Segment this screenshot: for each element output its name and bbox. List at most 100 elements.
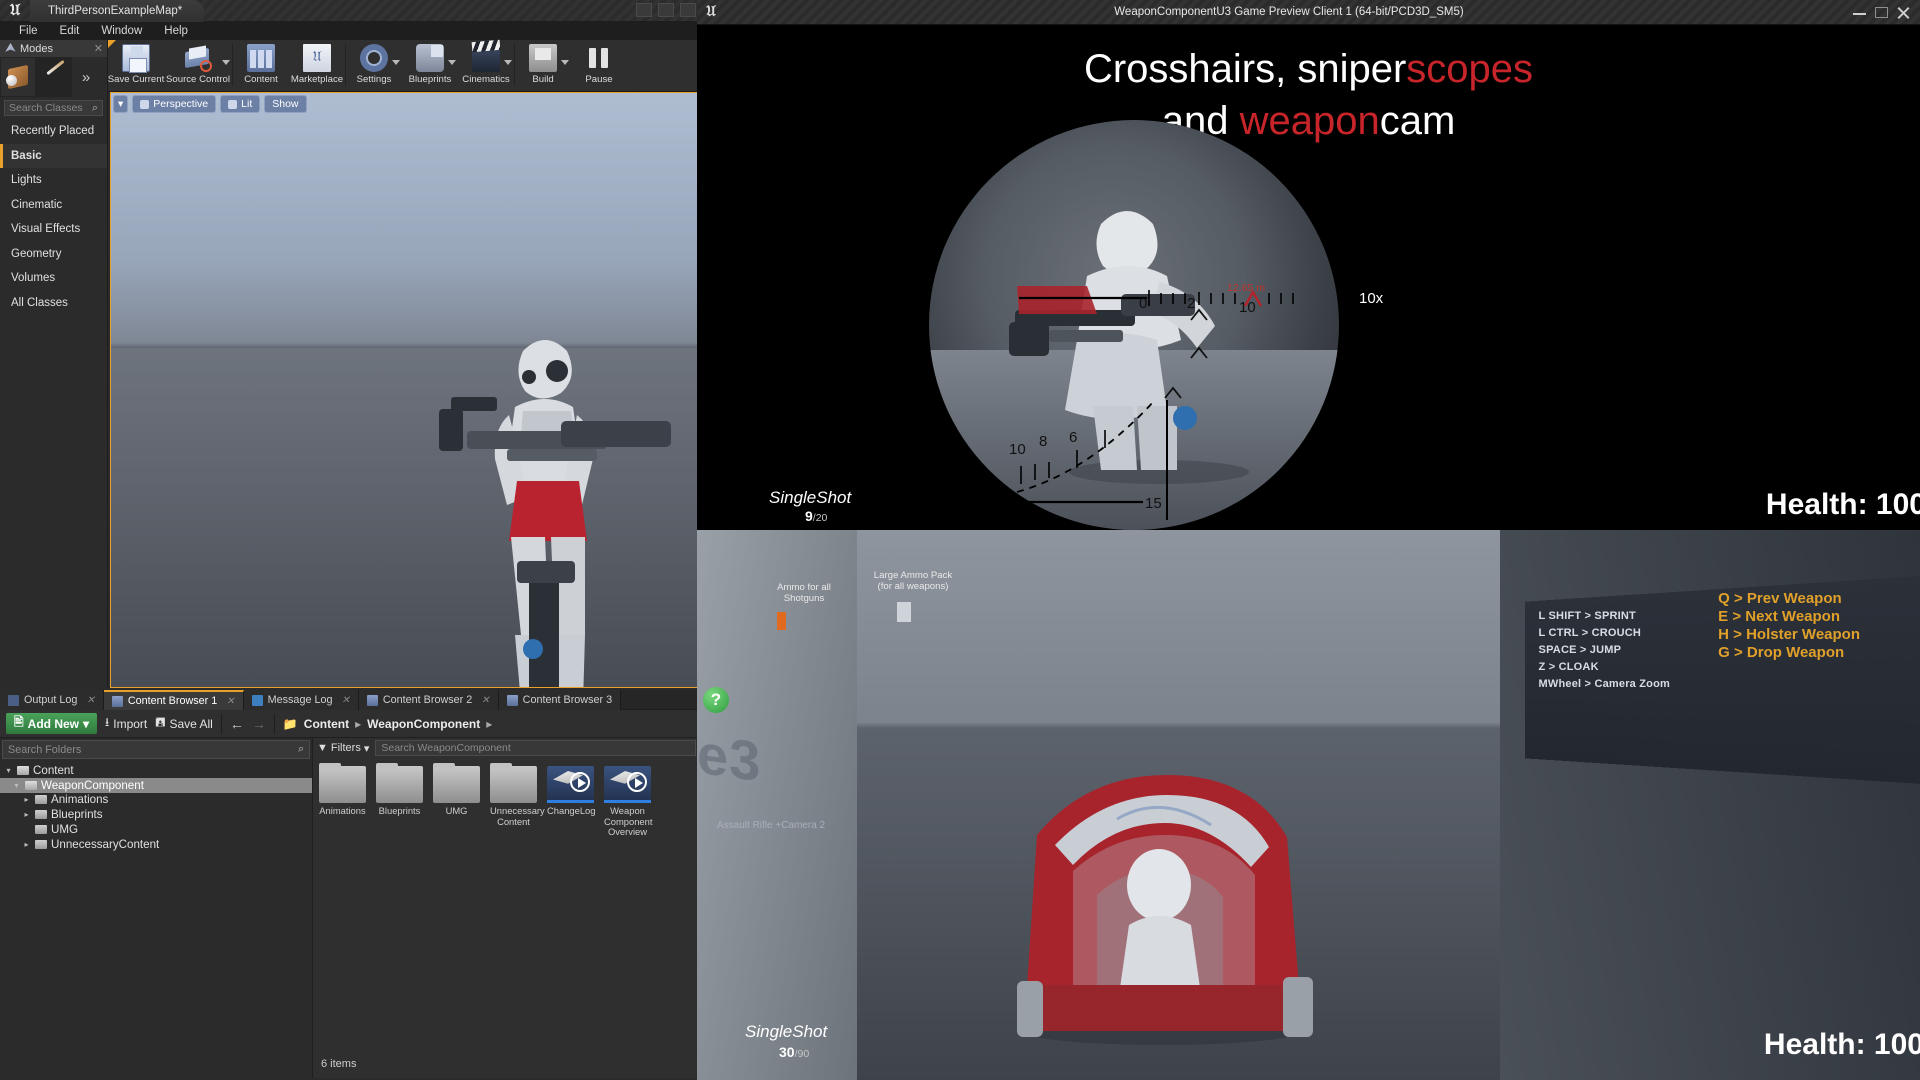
game-view-sniper[interactable]: Crosshairs, sniperscopes and weaponcam 0… [697, 25, 1920, 530]
clapperboard-icon [472, 44, 500, 72]
sidebar-item-lights[interactable]: Lights [0, 168, 107, 193]
tab-label: Output Log [24, 694, 78, 706]
menu-item-file[interactable]: File [8, 25, 49, 37]
folder-tree: ▾ Content ▾ WeaponComponent ▸ Animations… [0, 761, 312, 852]
folder-icon [35, 810, 47, 820]
filter-icon: ▼ [317, 742, 328, 754]
sidebar-item-basic[interactable]: Basic [0, 143, 107, 168]
asset-item[interactable]: Weapon Component Overview [604, 766, 652, 838]
sidebar-item-cinematic[interactable]: Cinematic [0, 193, 107, 218]
maximize-icon[interactable] [658, 3, 674, 17]
viewport-options-button[interactable]: ▾ [113, 95, 129, 113]
tab-content-browser-1[interactable]: Content Browser 1 ✕ [103, 690, 244, 710]
filters-button[interactable]: ▼ Filters ▾ [317, 742, 369, 755]
maximize-icon[interactable] [1875, 6, 1888, 18]
sidebar-item-volumes[interactable]: Volumes [0, 266, 107, 291]
large-ammo-pickup-icon [897, 602, 911, 622]
asset-label: Blueprints [378, 805, 421, 816]
asset-item[interactable]: ChangeLog [547, 766, 595, 838]
help-badge[interactable]: ? [703, 687, 729, 713]
tab-message-log[interactable]: Message Log ✕ [243, 690, 359, 710]
search-folders-input[interactable]: Search Folders ⌕ [2, 740, 310, 759]
close-icon[interactable] [1897, 7, 1910, 18]
tab-output-log[interactable]: Output Log ✕ [0, 690, 104, 710]
close-icon[interactable]: ✕ [481, 695, 489, 706]
build-button[interactable]: Build [515, 40, 571, 92]
arrow-right-icon[interactable]: → [252, 716, 266, 732]
sidebar-item-recently-placed[interactable]: Recently Placed [0, 119, 107, 144]
tree-item-content[interactable]: ▾ Content [0, 763, 312, 778]
asset-item[interactable]: Animations [319, 763, 366, 838]
chevron-down-icon[interactable] [448, 60, 456, 65]
class-label: Geometry [11, 247, 62, 260]
asset-item[interactable]: Blueprints [376, 763, 423, 838]
twisty-icon[interactable]: ▸ [22, 795, 31, 804]
chevron-down-icon[interactable] [504, 60, 512, 65]
minimize-icon[interactable] [1853, 7, 1866, 15]
chevron-down-icon[interactable] [561, 60, 569, 65]
title-line-1: Crosshairs, sniperscopes [697, 43, 1920, 95]
content-browser-body: Search Folders ⌕ ▾ Content ▾ WeaponCompo… [0, 738, 700, 1078]
marketplace-button[interactable]: Marketplace [289, 40, 345, 92]
double-chevron-right-icon[interactable]: » [72, 57, 100, 97]
toolbar-label: Blueprints [408, 74, 452, 85]
close-icon[interactable] [680, 3, 696, 17]
import-button[interactable]: ⭳ Import [105, 713, 147, 734]
content-button[interactable]: Content [233, 40, 289, 92]
title-line-2: and weaponcam [697, 95, 1920, 147]
twisty-icon[interactable]: ▸ [22, 810, 31, 819]
asset-item[interactable]: UMG [433, 763, 480, 838]
breadcrumb-weaponcomponent[interactable]: WeaponComponent [367, 717, 480, 731]
show-button[interactable]: Show [264, 95, 307, 113]
tab-content-browser-3[interactable]: Content Browser 3 [498, 690, 622, 710]
save-current-button[interactable]: Save Current [108, 40, 164, 92]
search-folders-placeholder: Search Folders [8, 743, 82, 756]
blueprints-button[interactable]: Blueprints [402, 40, 458, 92]
paint-mode-icon[interactable] [36, 57, 72, 97]
menu-item-help[interactable]: Help [153, 25, 199, 37]
close-icon[interactable]: ✕ [94, 42, 103, 55]
tree-item-unnecessarycontent[interactable]: ▸ UnnecessaryContent [0, 837, 312, 852]
lit-button[interactable]: Lit [220, 95, 261, 113]
tab-content-browser-2[interactable]: Content Browser 2 ✕ [358, 690, 499, 710]
twisty-icon[interactable]: ▾ [4, 766, 13, 775]
cinematics-button[interactable]: Cinematics [458, 40, 514, 92]
minimize-icon[interactable] [636, 3, 652, 17]
search-assets-input[interactable]: Search WeaponComponent [375, 740, 696, 756]
menu-item-edit[interactable]: Edit [49, 25, 91, 37]
add-new-button[interactable]: 🖹 Add New ▾ [6, 713, 98, 734]
page-icon: 🖹 [14, 715, 24, 729]
twisty-icon[interactable]: ▸ [22, 840, 31, 849]
asset-item[interactable]: Unnecessary Content [490, 763, 545, 838]
close-icon[interactable]: ✕ [86, 695, 94, 706]
tree-item-weaponcomponent[interactable]: ▾ WeaponComponent [0, 777, 312, 793]
save-all-button[interactable]: 🖪 Save All [155, 713, 213, 734]
close-icon[interactable]: ✕ [341, 695, 349, 706]
level-viewport[interactable]: ▾ Perspective Lit Show Stick Bomb Launch… [110, 92, 698, 688]
asset-label: Animations [319, 805, 366, 816]
tree-item-animations[interactable]: ▸ Animations [0, 793, 312, 808]
ammo-current: 30 [779, 1044, 795, 1060]
source-control-button[interactable]: Source Control [164, 40, 232, 92]
editor-map-tab[interactable]: ThirdPersonExampleMap* [30, 0, 205, 22]
arrow-left-icon[interactable]: ← [230, 716, 244, 732]
tree-item-umg[interactable]: UMG [0, 822, 312, 837]
chevron-down-icon[interactable] [222, 60, 230, 65]
twisty-icon[interactable]: ▾ [12, 781, 21, 790]
breadcrumb-content[interactable]: Content [304, 717, 349, 731]
perspective-button[interactable]: Perspective [132, 95, 217, 113]
dock-tab-strip: Output Log ✕ Content Browser 1 ✕ Message… [0, 690, 700, 710]
menu-item-window[interactable]: Window [90, 25, 153, 37]
search-classes-input[interactable]: Search Classes ⌕ [4, 100, 103, 116]
pause-button[interactable]: Pause [571, 40, 627, 92]
game-view-thirdperson[interactable]: e3 Ammo for all Shotguns Large Ammo Pack… [697, 530, 1920, 1080]
settings-button[interactable]: Settings [346, 40, 402, 92]
sidebar-item-visual-effects[interactable]: Visual Effects [0, 217, 107, 242]
sidebar-item-geometry[interactable]: Geometry [0, 242, 107, 267]
chevron-down-icon[interactable] [392, 60, 400, 65]
place-mode-icon[interactable] [0, 57, 36, 97]
tree-item-blueprints[interactable]: ▸ Blueprints [0, 807, 312, 822]
sidebar-item-all-classes[interactable]: All Classes [0, 291, 107, 316]
close-icon[interactable]: ✕ [226, 696, 234, 707]
gear-icon [360, 44, 388, 72]
